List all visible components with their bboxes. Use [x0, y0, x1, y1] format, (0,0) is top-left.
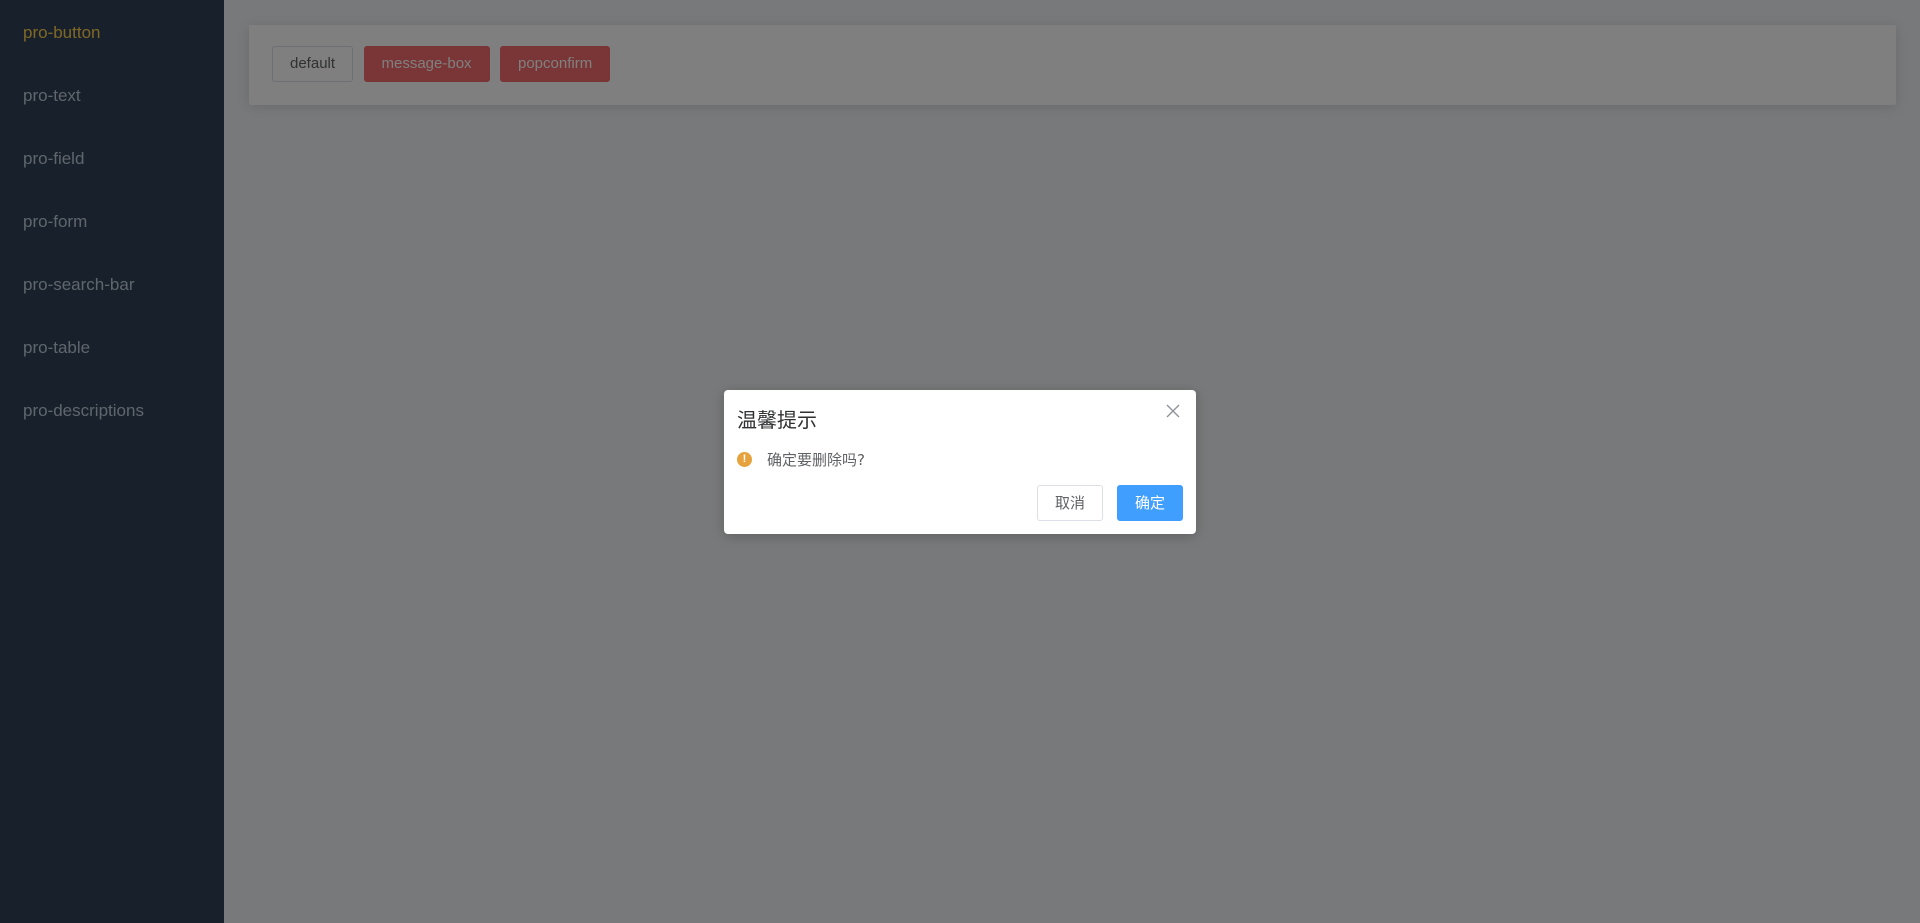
close-icon-graphic	[1166, 404, 1180, 418]
message-box-dialog: 温馨提示 ! 确定要删除吗? 取消 确定	[724, 390, 1196, 534]
dialog-message-row: ! 确定要删除吗?	[737, 449, 865, 470]
warning-icon: !	[737, 452, 752, 467]
close-icon[interactable]	[1163, 401, 1183, 421]
dialog-footer: 取消 确定	[1036, 485, 1183, 521]
dialog-message: 确定要删除吗?	[767, 451, 865, 469]
confirm-button[interactable]: 确定	[1116, 485, 1183, 521]
cancel-button[interactable]: 取消	[1036, 485, 1103, 521]
dialog-title: 温馨提示	[737, 408, 817, 432]
